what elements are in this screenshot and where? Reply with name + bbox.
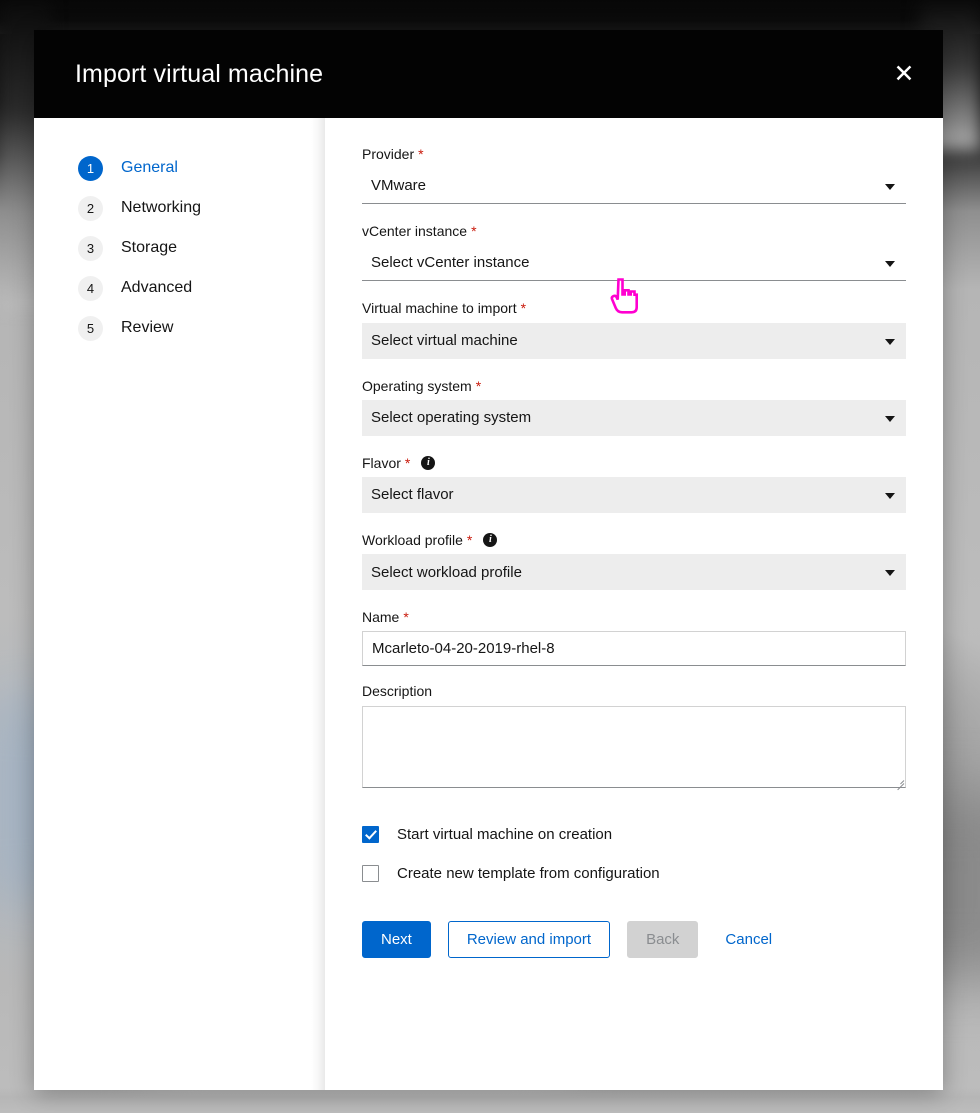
cancel-button[interactable]: Cancel bbox=[715, 921, 782, 958]
label-flavor: Flavor * i bbox=[362, 454, 906, 472]
general-step-form: Provider * VMware vCenter instance * Sel… bbox=[325, 118, 943, 1090]
label-vcenter-instance: vCenter instance * bbox=[362, 222, 906, 240]
modal-body: 1 General 2 Networking 3 Storage 4 Advan… bbox=[34, 118, 943, 1090]
field-group-workload-profile: Workload profile * i Select workload pro… bbox=[362, 531, 906, 591]
next-button[interactable]: Next bbox=[362, 920, 431, 958]
checkbox-row-start-vm[interactable]: Start virtual machine on creation bbox=[362, 825, 906, 843]
label-flavor-text: Flavor bbox=[362, 454, 401, 471]
label-virtual-machine-text: Virtual machine to import bbox=[362, 300, 517, 317]
label-workload-profile-text: Workload profile bbox=[362, 531, 463, 548]
modal-header: Import virtual machine ✕ bbox=[34, 30, 943, 118]
field-group-name: Name * bbox=[362, 608, 906, 667]
chevron-down-icon bbox=[885, 570, 895, 577]
chevron-down-icon bbox=[885, 260, 895, 267]
step-number-5: 5 bbox=[78, 315, 103, 341]
step-number-2: 2 bbox=[78, 195, 103, 221]
sidebar-item-storage[interactable]: 3 Storage bbox=[34, 228, 325, 268]
label-description: Description bbox=[362, 682, 906, 700]
field-group-vcenter-instance: vCenter instance * Select vCenter instan… bbox=[362, 222, 906, 282]
required-marker-virtual-machine: * bbox=[520, 300, 527, 317]
description-textarea[interactable] bbox=[362, 705, 906, 788]
workload-profile-select-value: Select workload profile bbox=[371, 563, 522, 581]
required-marker-name: * bbox=[403, 609, 409, 626]
step-label-advanced: Advanced bbox=[121, 279, 193, 296]
flavor-select[interactable]: Select flavor bbox=[362, 476, 906, 513]
label-name: Name * bbox=[362, 608, 906, 626]
page-title: Import virtual machine bbox=[75, 59, 324, 88]
create-template-label: Create new template from configuration bbox=[397, 864, 660, 882]
step-label-storage: Storage bbox=[121, 239, 178, 256]
step-label-review: Review bbox=[121, 319, 174, 336]
sidebar-item-advanced[interactable]: 4 Advanced bbox=[34, 268, 325, 308]
label-operating-system: Operating system * bbox=[362, 377, 906, 395]
operating-system-select[interactable]: Select operating system bbox=[362, 399, 906, 436]
label-provider-text: Provider bbox=[362, 146, 415, 162]
flavor-select-value: Select flavor bbox=[371, 486, 454, 504]
field-group-description: Description bbox=[362, 682, 906, 790]
sidebar-item-networking[interactable]: 2 Networking bbox=[34, 188, 325, 228]
label-virtual-machine: Virtual machine to import * bbox=[362, 299, 906, 317]
create-template-checkbox[interactable] bbox=[362, 864, 379, 882]
provider-select[interactable]: VMware bbox=[362, 168, 906, 205]
required-marker-provider: * bbox=[418, 146, 424, 163]
start-vm-checkbox[interactable] bbox=[362, 825, 379, 843]
info-icon[interactable]: i bbox=[421, 455, 436, 470]
field-group-operating-system: Operating system * Select operating syst… bbox=[362, 377, 906, 436]
description-textarea-wrap bbox=[362, 705, 906, 790]
step-number-1: 1 bbox=[78, 155, 103, 181]
label-provider: Provider * bbox=[362, 145, 906, 163]
vcenter-instance-select[interactable]: Select vCenter instance bbox=[362, 245, 906, 282]
virtual-machine-select[interactable]: Select virtual machine bbox=[362, 322, 906, 359]
wizard-step-nav: 1 General 2 Networking 3 Storage 4 Advan… bbox=[34, 118, 325, 1090]
vcenter-instance-select-value: Select vCenter instance bbox=[371, 254, 530, 272]
label-workload-profile: Workload profile * i bbox=[362, 531, 906, 549]
back-button[interactable]: Back bbox=[627, 920, 699, 958]
label-name-text: Name bbox=[362, 609, 400, 626]
step-number-3: 3 bbox=[78, 235, 103, 261]
chevron-down-icon bbox=[885, 338, 895, 345]
name-input[interactable] bbox=[362, 631, 906, 667]
chevron-down-icon bbox=[885, 415, 895, 422]
step-label-general: General bbox=[121, 159, 178, 176]
review-and-import-button[interactable]: Review and import bbox=[447, 920, 611, 958]
workload-profile-select[interactable]: Select workload profile bbox=[362, 554, 906, 591]
step-number-4: 4 bbox=[78, 275, 103, 301]
sidebar-item-review[interactable]: 5 Review bbox=[34, 308, 325, 348]
start-vm-label: Start virtual machine on creation bbox=[397, 825, 613, 843]
label-operating-system-text: Operating system bbox=[362, 377, 472, 394]
step-label-networking: Networking bbox=[121, 199, 202, 216]
required-marker-workload-profile: * bbox=[466, 532, 473, 549]
field-group-virtual-machine: Virtual machine to import * Select virtu… bbox=[362, 299, 906, 359]
label-vcenter-instance-text: vCenter instance bbox=[362, 223, 468, 240]
chevron-down-icon bbox=[885, 183, 895, 190]
import-virtual-machine-modal: Import virtual machine ✕ 1 General 2 Net… bbox=[34, 30, 943, 1090]
sidebar-item-general[interactable]: 1 General bbox=[34, 148, 325, 188]
backdrop-top-bar bbox=[0, 0, 980, 34]
required-marker-flavor: * bbox=[404, 454, 411, 471]
chevron-down-icon bbox=[885, 492, 895, 499]
field-group-provider: Provider * VMware bbox=[362, 145, 906, 205]
label-description-text: Description bbox=[362, 683, 433, 700]
required-marker-vcenter-instance: * bbox=[471, 223, 477, 240]
wizard-footer: Next Review and import Back Cancel bbox=[362, 920, 906, 958]
info-icon[interactable]: i bbox=[483, 533, 498, 548]
field-group-flavor: Flavor * i Select flavor bbox=[362, 454, 906, 513]
virtual-machine-select-value: Select virtual machine bbox=[371, 332, 518, 350]
provider-select-value: VMware bbox=[371, 177, 427, 195]
required-marker-operating-system: * bbox=[475, 377, 482, 394]
backdrop-bottom-strip bbox=[0, 1087, 980, 1113]
operating-system-select-value: Select operating system bbox=[371, 409, 532, 427]
close-icon[interactable]: ✕ bbox=[874, 44, 934, 104]
checkbox-row-create-template[interactable]: Create new template from configuration bbox=[362, 864, 906, 882]
